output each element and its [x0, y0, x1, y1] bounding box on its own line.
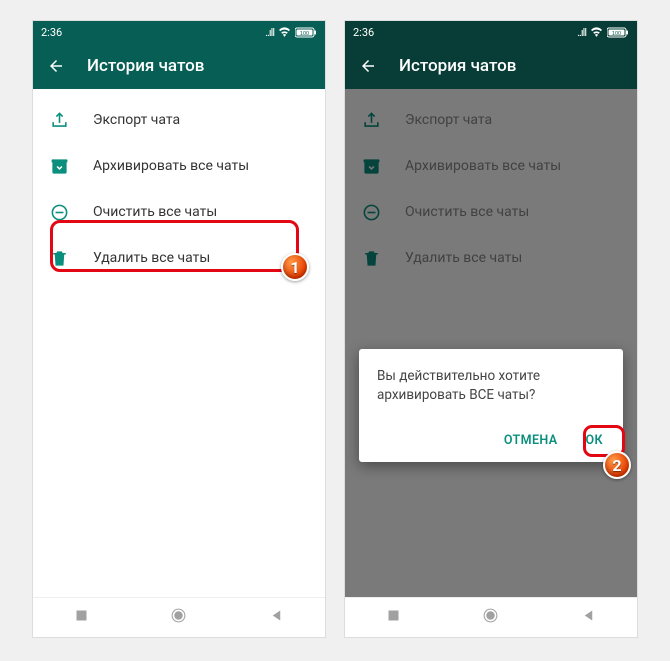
annotation-badge-2: 2 [603, 451, 631, 479]
menu-list: Экспорт чата Архивировать все чаты Очист… [33, 89, 325, 281]
back-arrow-icon[interactable] [47, 57, 65, 75]
signal-icon [265, 26, 274, 39]
status-icons: 100 [577, 26, 629, 39]
status-time: 2:36 [41, 26, 62, 39]
menu-item-archive[interactable]: Архивировать все чаты [33, 143, 325, 189]
status-time: 2:36 [353, 26, 374, 39]
export-icon [49, 110, 69, 130]
wifi-icon [278, 27, 291, 37]
back-arrow-icon[interactable] [359, 57, 377, 75]
nav-home-icon[interactable] [482, 607, 499, 628]
svg-text:100: 100 [300, 31, 309, 37]
signal-icon [577, 26, 586, 39]
menu-item-label: Удалить все чаты [93, 250, 210, 266]
android-nav-bar [345, 597, 637, 637]
app-bar: История чатов [345, 43, 637, 89]
nav-home-icon[interactable] [170, 607, 187, 628]
menu-item-clear[interactable]: Очистить все чаты [33, 189, 325, 235]
trash-icon [49, 248, 69, 268]
nav-recent-icon[interactable] [386, 608, 401, 627]
menu-item-label: Архивировать все чаты [93, 158, 249, 174]
annotation-badge-1: 1 [281, 253, 309, 281]
svg-text:100: 100 [612, 31, 621, 37]
clear-icon [49, 202, 69, 222]
modal-overlay [345, 89, 637, 597]
nav-back-icon[interactable] [581, 608, 596, 627]
page-title: История чатов [399, 56, 516, 76]
android-nav-bar [33, 597, 325, 637]
nav-back-icon[interactable] [269, 608, 284, 627]
archive-icon [49, 156, 69, 176]
phone-screenshot-left: 2:36 100 История чатов Экспорт чата [32, 20, 326, 638]
menu-item-export[interactable]: Экспорт чата [33, 97, 325, 143]
cancel-button[interactable]: ОТМЕНА [502, 427, 560, 454]
page-title: История чатов [87, 56, 204, 76]
status-bar: 2:36 100 [345, 21, 637, 43]
battery-icon: 100 [295, 27, 317, 38]
menu-item-label: Очистить все чаты [93, 204, 217, 220]
app-bar: История чатов [33, 43, 325, 89]
nav-recent-icon[interactable] [74, 608, 89, 627]
menu-item-label: Экспорт чата [93, 112, 180, 128]
status-bar: 2:36 100 [33, 21, 325, 43]
wifi-icon [590, 27, 603, 37]
ok-button[interactable]: ОК [584, 427, 605, 454]
status-icons: 100 [265, 26, 317, 39]
menu-item-delete[interactable]: Удалить все чаты [33, 235, 325, 281]
dialog-actions: ОТМЕНА ОК [377, 427, 605, 454]
dialog-message: Вы действительно хотите архивировать ВСЕ… [377, 367, 605, 405]
confirm-dialog: Вы действительно хотите архивировать ВСЕ… [359, 349, 623, 462]
body-area: Экспорт чата Архивировать все чаты Очист… [345, 89, 637, 597]
battery-icon: 100 [607, 27, 629, 38]
phone-screenshot-right: 2:36 100 История чатов Экспорт чата [344, 20, 638, 638]
body-area: Экспорт чата Архивировать все чаты Очист… [33, 89, 325, 597]
